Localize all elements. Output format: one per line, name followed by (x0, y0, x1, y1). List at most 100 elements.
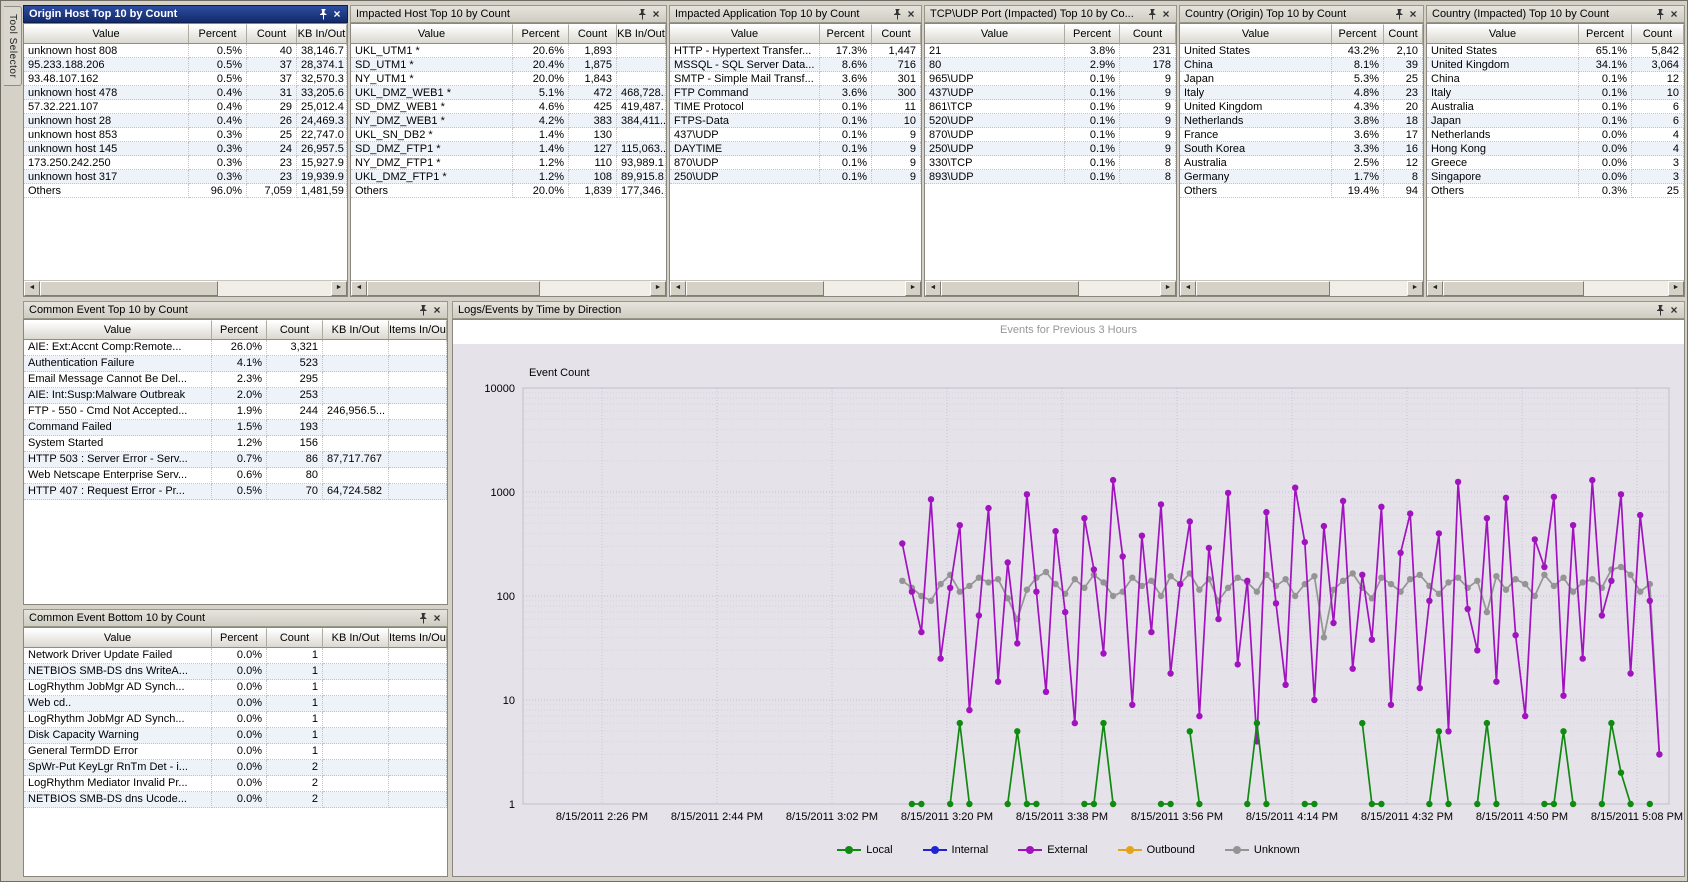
table-row[interactable]: LogRhythm Mediator Invalid Pr...0.0%2 (24, 776, 447, 792)
close-icon[interactable]: × (1667, 7, 1681, 21)
panel-titlebar[interactable]: TCP\UDP Port (Impacted) Top 10 by Co... … (924, 5, 1177, 23)
table-row[interactable]: United States43.2%2,10 (1180, 44, 1423, 58)
column-header[interactable]: Value (1427, 24, 1579, 44)
column-header[interactable]: Value (24, 320, 212, 340)
table-row[interactable]: LogRhythm JobMgr AD Synch...0.0%1 (24, 712, 447, 728)
column-header[interactable]: Value (24, 24, 189, 44)
panel-titlebar[interactable]: Impacted Host Top 10 by Count × (350, 5, 667, 23)
table-row[interactable]: 437\UDP0.1%9 (925, 86, 1176, 100)
table-row[interactable]: LogRhythm JobMgr AD Synch...0.0%1 (24, 680, 447, 696)
table-row[interactable]: HTTP - Hypertext Transfer...17.3%1,447 (670, 44, 921, 58)
table-row[interactable]: 250\UDP0.1%9 (925, 142, 1176, 156)
pin-icon[interactable] (635, 7, 649, 21)
scroll-right-button[interactable]: ► (331, 281, 347, 296)
column-header[interactable]: Percent (212, 628, 267, 648)
column-header[interactable]: Percent (820, 24, 872, 44)
table-row[interactable]: Others96.0%7,0591,481,59 (24, 184, 347, 198)
table-row[interactable]: 330\TCP0.1%8 (925, 156, 1176, 170)
table-row[interactable]: SD_DMZ_WEB1 *4.6%425419,487... (351, 100, 666, 114)
column-header[interactable]: KB In/Out (617, 24, 666, 44)
close-icon[interactable]: × (1667, 303, 1681, 317)
column-header[interactable]: Value (1180, 24, 1332, 44)
table-row[interactable]: UKL_DMZ_FTP1 *1.2%10889,915.8... (351, 170, 666, 184)
table-row[interactable]: Disk Capacity Warning0.0%1 (24, 728, 447, 744)
horizontal-scrollbar[interactable]: ◄ ► (1180, 280, 1423, 296)
table-row[interactable]: TIME Protocol0.1%11 (670, 100, 921, 114)
table-row[interactable]: System Started1.2%156 (24, 436, 447, 452)
table-row[interactable]: 870\UDP0.1%9 (670, 156, 921, 170)
table-row[interactable]: 802.9%178 (925, 58, 1176, 72)
table-row[interactable]: NETBIOS SMB-DS dns WriteA...0.0%1 (24, 664, 447, 680)
pin-icon[interactable] (416, 303, 430, 317)
scroll-left-button[interactable]: ◄ (1427, 281, 1443, 296)
table-row[interactable]: HTTP 407 : Request Error - Pr...0.5%7064… (24, 484, 447, 500)
table-row[interactable]: unknown host 280.4%2624,469.3 (24, 114, 347, 128)
column-header[interactable]: Count (267, 628, 323, 648)
table-row[interactable]: Authentication Failure4.1%523 (24, 356, 447, 372)
scroll-right-button[interactable]: ► (1668, 281, 1684, 296)
horizontal-scrollbar[interactable]: ◄ ► (24, 280, 347, 296)
table-row[interactable]: 870\UDP0.1%9 (925, 128, 1176, 142)
pin-icon[interactable] (416, 611, 430, 625)
table-row[interactable]: Netherlands0.0%4 (1427, 128, 1684, 142)
column-header[interactable]: Percent (513, 24, 569, 44)
scroll-left-button[interactable]: ◄ (670, 281, 686, 296)
table-row[interactable]: HTTP 503 : Server Error - Serv...0.7%868… (24, 452, 447, 468)
column-header[interactable]: KB In/Out (323, 628, 389, 648)
column-header[interactable]: Percent (1065, 24, 1120, 44)
table-row[interactable]: unknown host 3170.3%2319,939.9 (24, 170, 347, 184)
panel-titlebar[interactable]: Logs/Events by Time by Direction × (452, 301, 1685, 319)
table-row[interactable]: China8.1%39 (1180, 58, 1423, 72)
scroll-right-button[interactable]: ► (1407, 281, 1423, 296)
scroll-thumb[interactable] (1196, 281, 1330, 296)
table-row[interactable]: 250\UDP0.1%9 (670, 170, 921, 184)
table-row[interactable]: 173.250.242.2500.3%2315,927.9 (24, 156, 347, 170)
table-row[interactable]: Email Message Cannot Be Del...2.3%295 (24, 372, 447, 388)
close-icon[interactable]: × (1159, 7, 1173, 21)
table-row[interactable]: FTP - 550 - Cmd Not Accepted...1.9%24424… (24, 404, 447, 420)
table-row[interactable]: FTP Command3.6%300 (670, 86, 921, 100)
horizontal-scrollbar[interactable]: ◄ ► (351, 280, 666, 296)
column-header[interactable]: Items In/Out (389, 628, 447, 648)
table-row[interactable]: Italy0.1%10 (1427, 86, 1684, 100)
table-row[interactable]: 213.8%231 (925, 44, 1176, 58)
table-row[interactable]: 965\UDP0.1%9 (925, 72, 1176, 86)
column-header[interactable]: Value (670, 24, 820, 44)
table-row[interactable]: China0.1%12 (1427, 72, 1684, 86)
pin-icon[interactable] (1392, 7, 1406, 21)
scroll-thumb[interactable] (367, 281, 540, 296)
table-row[interactable]: unknown host 8530.3%2522,747.0 (24, 128, 347, 142)
column-header[interactable]: KB In/Out (297, 24, 347, 44)
table-row[interactable]: unknown host 1450.3%2426,957.5 (24, 142, 347, 156)
tool-selector-tab[interactable]: Tool Selector (4, 6, 22, 86)
table-row[interactable]: Others19.4%94 (1180, 184, 1423, 198)
table-row[interactable]: DAYTIME0.1%9 (670, 142, 921, 156)
table-row[interactable]: Singapore0.0%3 (1427, 170, 1684, 184)
table-row[interactable]: SpWr-Put KeyLgr RnTm Det - i...0.0%2 (24, 760, 447, 776)
pin-icon[interactable] (316, 7, 330, 21)
column-header[interactable]: Value (925, 24, 1065, 44)
close-icon[interactable]: × (649, 7, 663, 21)
table-row[interactable]: Hong Kong0.0%4 (1427, 142, 1684, 156)
panel-titlebar[interactable]: Common Event Bottom 10 by Count × (23, 609, 448, 627)
panel-titlebar[interactable]: Origin Host Top 10 by Count × (23, 5, 348, 23)
scroll-thumb[interactable] (686, 281, 824, 296)
scroll-right-button[interactable]: ► (905, 281, 921, 296)
table-row[interactable]: NETBIOS SMB-DS dns Ucode...0.0%2 (24, 792, 447, 808)
scroll-left-button[interactable]: ◄ (1180, 281, 1196, 296)
table-row[interactable]: United States65.1%5,842 (1427, 44, 1684, 58)
table-row[interactable]: Italy4.8%23 (1180, 86, 1423, 100)
scroll-left-button[interactable]: ◄ (925, 281, 941, 296)
table-row[interactable]: AIE: Int:Susp:Malware Outbreak2.0%253 (24, 388, 447, 404)
table-row[interactable]: South Korea3.3%16 (1180, 142, 1423, 156)
column-header[interactable]: Value (351, 24, 513, 44)
table-row[interactable]: AIE: Ext:Accnt Comp:Remote...26.0%3,321 (24, 340, 447, 356)
table-row[interactable]: Greece0.0%3 (1427, 156, 1684, 170)
table-row[interactable]: 57.32.221.1070.4%2925,012.4 (24, 100, 347, 114)
horizontal-scrollbar[interactable]: ◄ ► (670, 280, 921, 296)
pin-icon[interactable] (1653, 7, 1667, 21)
column-header[interactable]: Count (1384, 24, 1423, 44)
panel-titlebar[interactable]: Impacted Application Top 10 by Count × (669, 5, 922, 23)
horizontal-scrollbar[interactable]: ◄ ► (925, 280, 1176, 296)
table-row[interactable]: UKL_SN_DB2 *1.4%130 (351, 128, 666, 142)
